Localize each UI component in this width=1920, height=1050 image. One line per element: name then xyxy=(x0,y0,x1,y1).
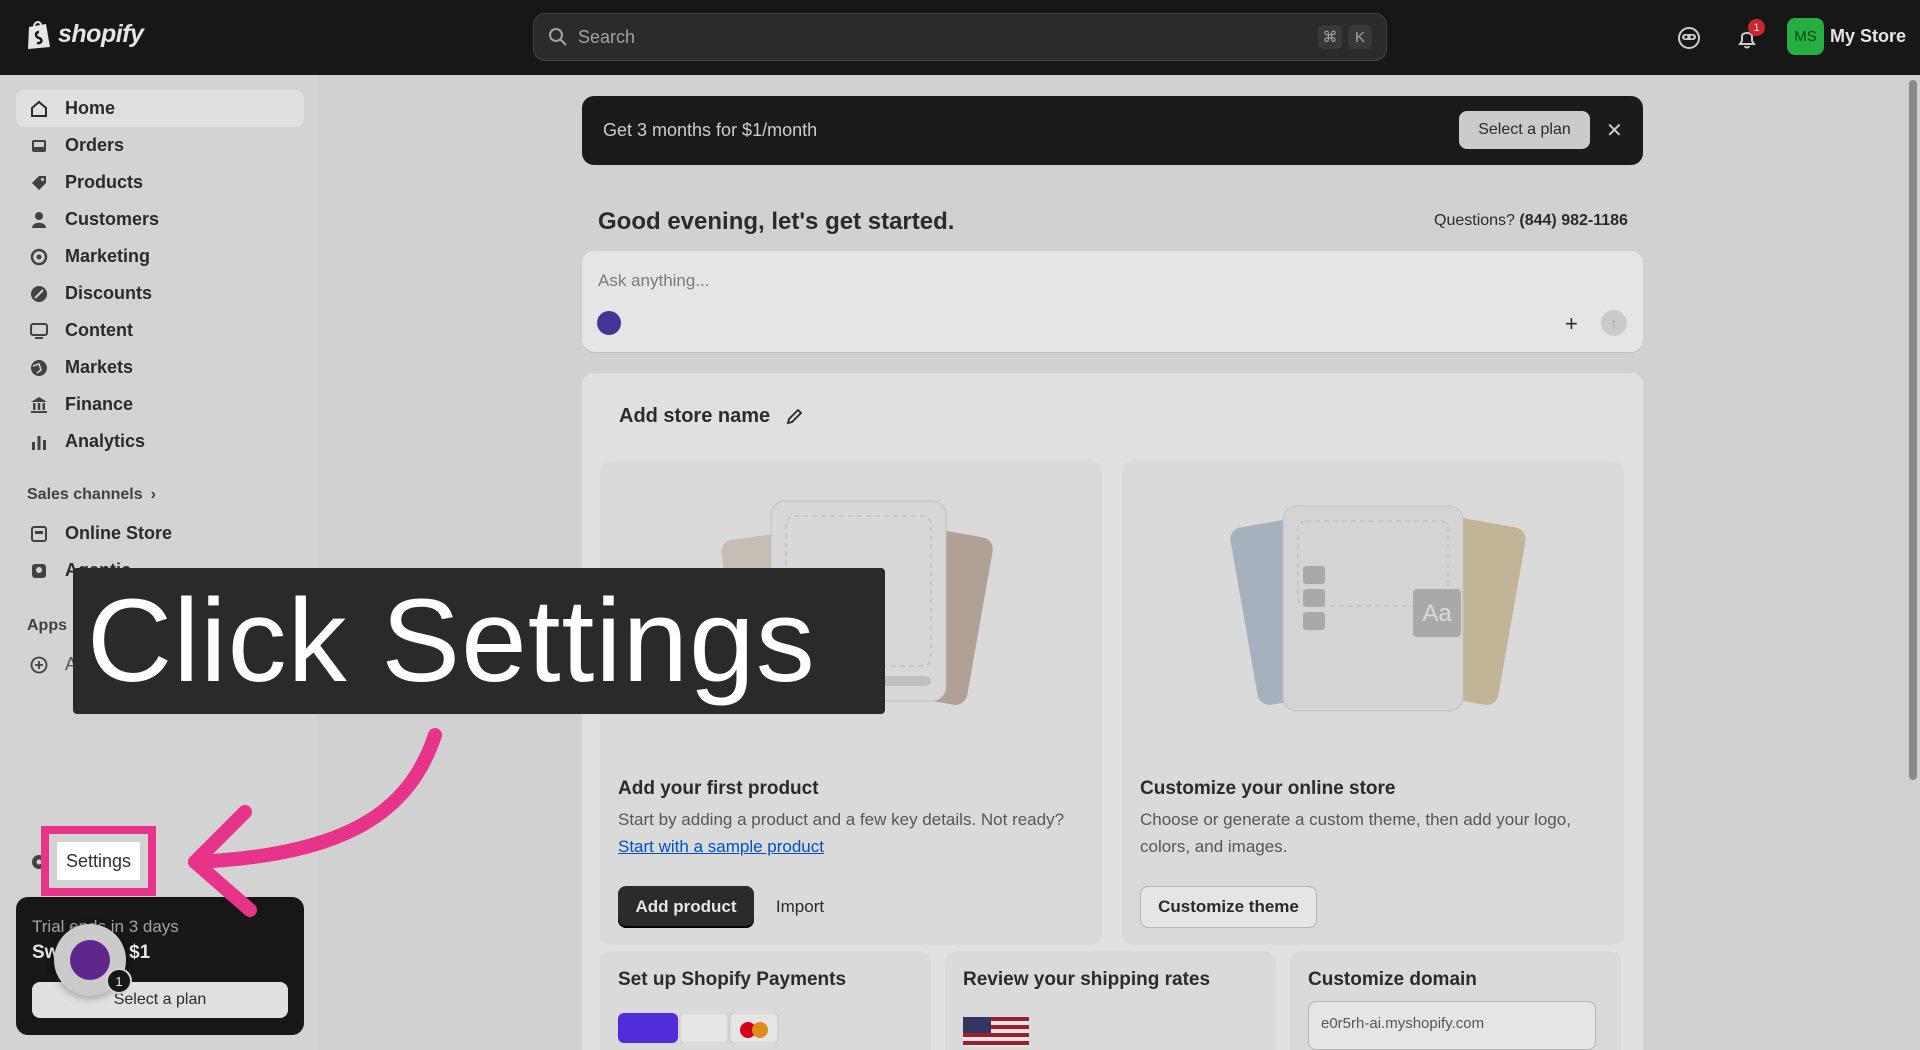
settings-highlight[interactable]: Settings xyxy=(41,826,156,896)
pointer-arrow-icon xyxy=(188,728,442,917)
settings-label[interactable]: Settings xyxy=(57,842,140,880)
callout-text: Click Settings xyxy=(87,575,816,707)
tutorial-callout: Click Settings xyxy=(73,568,885,714)
scrollbar[interactable] xyxy=(1909,80,1917,780)
